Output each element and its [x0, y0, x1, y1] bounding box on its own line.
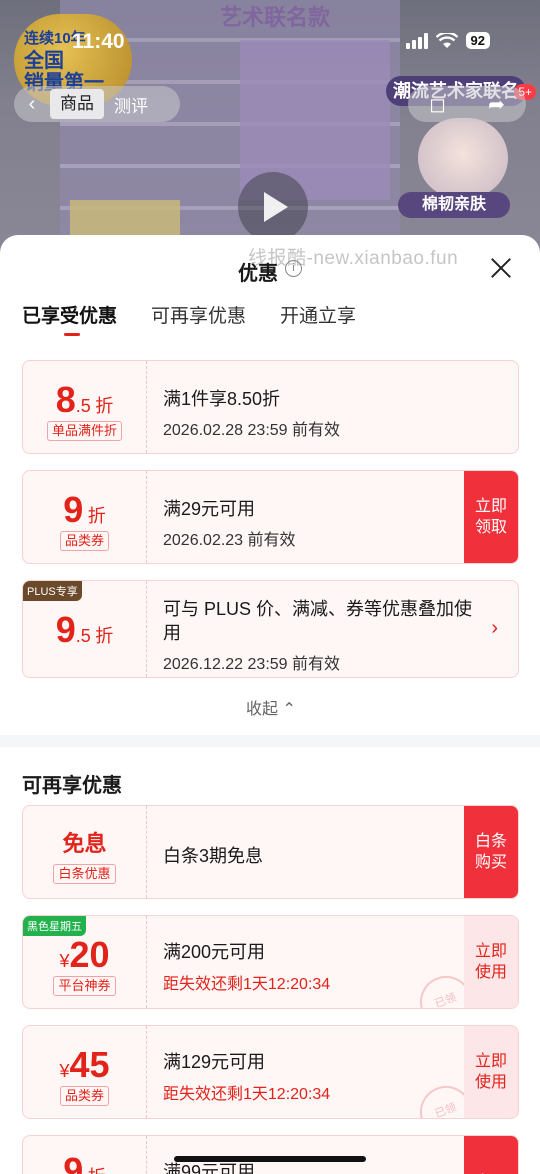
coupon-value: 9.5 折	[55, 609, 114, 650]
coupon-value-area: ¥20 平台神券	[23, 916, 147, 1008]
coupon-tag: 品类券	[59, 531, 109, 551]
coupon-value: ¥45	[59, 1044, 110, 1085]
cart-icon[interactable]: ◻	[429, 92, 446, 117]
coupon-condition: 满1件享8.50折	[163, 389, 281, 409]
coupon-value: 免息	[62, 831, 107, 856]
coupon-card[interactable]: 黑色星期五 ¥20 平台神券 满200元可用 距失效还剩1天12:20:34 已…	[22, 915, 519, 1009]
tab-review[interactable]: 测评	[104, 92, 158, 117]
product-box-yellow	[70, 200, 180, 240]
coupon-expiry: 2026.02.28 23:59 前有效	[163, 422, 341, 439]
coupon-card[interactable]: 9 折 满99元可用 立即	[22, 1135, 519, 1174]
section-divider	[0, 735, 540, 747]
coupon-value: 8.5 折	[55, 379, 114, 420]
coupon-value-area: 9 折	[23, 1136, 147, 1174]
top-nav: ‹ 商品 测评	[14, 86, 180, 122]
coupon-condition: 满29元可用	[163, 499, 256, 519]
coupon-tag: 品类券	[59, 1086, 109, 1106]
coupon-value: ¥20	[59, 934, 110, 975]
discount-tabs: 已享受优惠 可再享优惠 开通立享	[22, 301, 356, 336]
coupon-card[interactable]: PLUS专享 9.5 折 可与 PLUS 价、满减、券等优惠叠加使用 2026.…	[22, 580, 519, 678]
coupon-value-area: ¥45 品类券	[23, 1026, 147, 1118]
signal-icon	[405, 32, 428, 49]
coupon-condition: 满129元可用	[163, 1052, 266, 1072]
coupon-value-area: 免息 白条优惠	[23, 806, 147, 898]
info-icon[interactable]: i	[285, 260, 302, 277]
close-button[interactable]	[488, 255, 514, 281]
battery-icon: 92	[465, 32, 490, 49]
chevron-up-icon: ⌃	[282, 701, 296, 718]
coupon-condition: 白条3期免息	[163, 846, 264, 866]
coupon-tag: 白条优惠	[53, 864, 116, 884]
back-icon[interactable]: ‹	[14, 93, 50, 116]
tab-product[interactable]: 商品	[50, 89, 104, 119]
coupon-value-area: 9.5 折	[23, 581, 147, 677]
coupon-expiry: 2026.12.22 23:59 前有效	[163, 656, 341, 673]
coupon-card[interactable]: ¥45 品类券 满129元可用 距失效还剩1天12:20:34 已领 立即使用	[22, 1025, 519, 1119]
top-right-actions: ◻ ➦	[408, 86, 526, 122]
coupon-value-area: 9 折 品类券	[23, 471, 147, 563]
tab-open-enjoy[interactable]: 开通立享	[280, 301, 356, 328]
use-now-button[interactable]: 立即使用	[464, 916, 518, 1008]
claim-button[interactable]: 立即领取	[464, 471, 518, 563]
watermark: 线报酷-new.xianbao.fun	[248, 248, 459, 269]
coupon-expiry: 2026.02.23 前有效	[163, 532, 296, 549]
coupon-tag: 单品满件折	[46, 421, 122, 441]
home-indicator	[174, 1156, 366, 1162]
tab-more-available[interactable]: 可再享优惠	[151, 301, 246, 328]
coupon-card[interactable]: 9 折 品类券 满29元可用 2026.02.23 前有效 立即领取	[22, 470, 519, 564]
coupon-tag: 平台神券	[53, 976, 116, 996]
discount-sheet: 线报酷-new.xianbao.fun 优惠 i 已享受优惠 可再享优惠 开通立…	[0, 235, 540, 1174]
coupon-countdown: 距失效还剩1天12:20:34	[163, 976, 331, 993]
coupon-card[interactable]: 免息 白条优惠 白条3期免息 白条购买	[22, 805, 519, 899]
status-icons: 92	[405, 32, 490, 49]
coupon-card[interactable]: 8.5 折 单品满件折 满1件享8.50折 2026.02.28 23:59 前…	[22, 360, 519, 454]
section-title: 可再享优惠	[22, 775, 122, 797]
status-time: 11:40	[72, 30, 125, 53]
coupon-condition: 满200元可用	[163, 942, 266, 962]
use-now-button[interactable]: 立即使用	[464, 1026, 518, 1118]
baitiao-buy-button[interactable]: 白条购买	[464, 806, 518, 898]
chevron-right-icon[interactable]: ›	[491, 617, 498, 640]
share-icon[interactable]: ➦	[488, 92, 505, 117]
coupon-condition: 可与 PLUS 价、满减、券等优惠叠加使用	[163, 599, 473, 643]
tab-enjoyed[interactable]: 已享受优惠	[22, 301, 117, 336]
collapse-button[interactable]: 收起 ⌃	[246, 695, 296, 719]
status-bar: 11:40 92	[0, 26, 540, 60]
play-video-button[interactable]	[238, 172, 308, 242]
use-now-button[interactable]: 立即	[464, 1136, 518, 1174]
promo-label-2: 棉韧亲肤	[398, 192, 510, 218]
coupon-value: 9 折	[63, 1150, 105, 1174]
wifi-icon	[435, 32, 458, 48]
model-photo	[418, 118, 508, 198]
coupon-value-area: 8.5 折 单品满件折	[23, 361, 147, 453]
sheet-title: 优惠	[238, 263, 278, 285]
coupon-value: 9 折	[63, 489, 106, 530]
coupon-countdown: 距失效还剩1天12:20:34	[163, 1086, 331, 1103]
